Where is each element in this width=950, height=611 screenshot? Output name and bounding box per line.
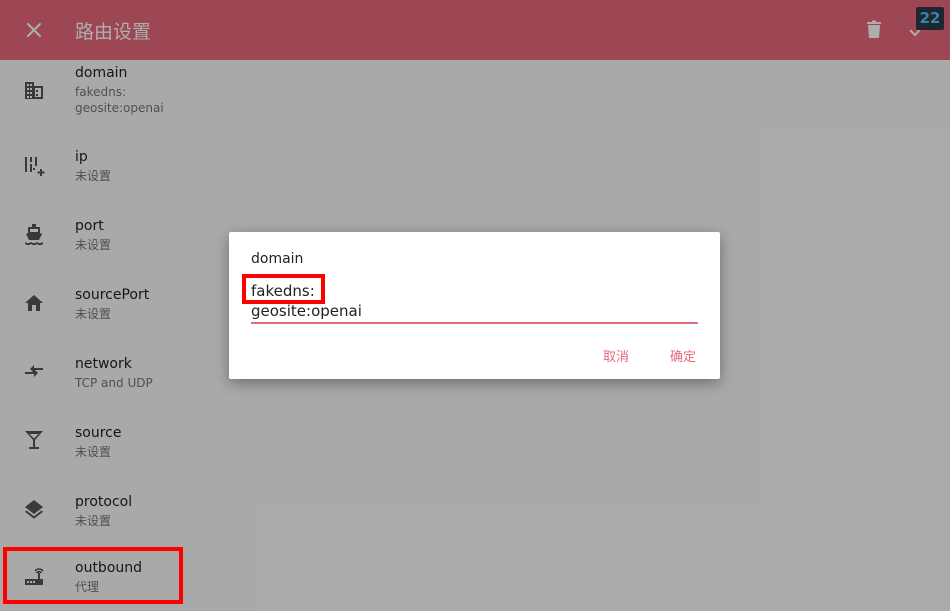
highlight-box [242, 274, 325, 304]
dialog-title: domain [251, 251, 304, 267]
cancel-button[interactable]: 取消 [603, 346, 629, 365]
highlight-box [3, 547, 183, 604]
ok-button[interactable]: 确定 [670, 346, 696, 365]
input-line-2: geosite:openai [251, 302, 362, 320]
edit-dialog: domain fakedns: geosite:openai 取消 确定 [229, 232, 720, 379]
